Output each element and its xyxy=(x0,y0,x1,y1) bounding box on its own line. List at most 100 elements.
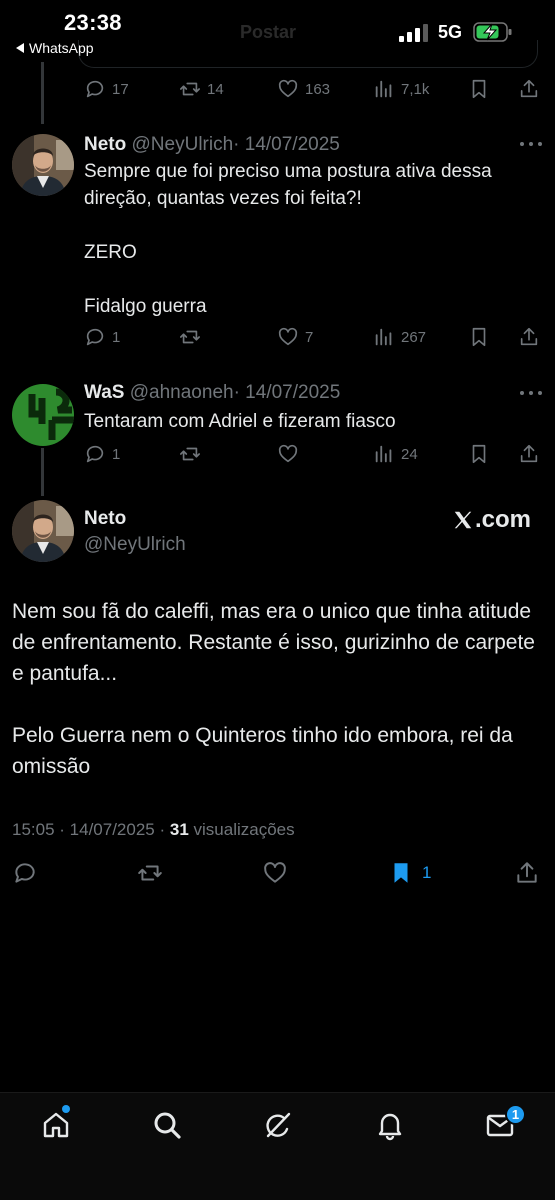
views-button[interactable]: 267 xyxy=(373,326,426,348)
status-time: 23:38 xyxy=(64,10,122,35)
reply-actions: 1 24 xyxy=(84,443,544,471)
x-com-label: .com xyxy=(475,506,532,533)
share-icon xyxy=(520,444,538,463)
heart-icon xyxy=(278,79,298,98)
heart-icon xyxy=(278,327,298,346)
tweet-date: · 14/07/2025 · xyxy=(59,820,166,839)
views-chart-icon xyxy=(375,445,392,463)
search-icon xyxy=(154,1112,181,1139)
repost-button[interactable]: 14 xyxy=(179,78,224,100)
bookmark-button[interactable]: 1 xyxy=(388,860,431,886)
views-count: 267 xyxy=(401,328,427,346)
reply-text: Tentaram com Adriel e fizeram fiasco xyxy=(84,411,396,432)
thread-line xyxy=(41,62,44,124)
display-name[interactable]: Neto xyxy=(84,134,126,155)
like-button[interactable] xyxy=(262,860,288,886)
views-count: 7,1k xyxy=(401,80,430,98)
views-button[interactable]: 24 xyxy=(373,443,418,465)
thread-line xyxy=(41,448,44,496)
share-button[interactable] xyxy=(514,860,540,886)
home-notification-dot xyxy=(62,1105,70,1113)
bookmark-icon xyxy=(472,79,486,99)
reply-actions: 1 7 267 xyxy=(84,326,544,354)
reply-icon xyxy=(86,328,104,346)
tweet-time: 15:05 xyxy=(12,820,55,839)
views-chart-icon xyxy=(375,80,392,98)
repost-button[interactable] xyxy=(179,326,201,348)
share-button[interactable] xyxy=(518,443,540,465)
views-count: 24 xyxy=(401,445,418,463)
reply-icon xyxy=(86,445,104,463)
handle[interactable]: @ahnaoneh xyxy=(130,382,234,403)
repost-icon xyxy=(180,330,200,344)
avatar[interactable] xyxy=(12,384,74,446)
reply-count: 1 xyxy=(112,328,121,346)
repost-icon xyxy=(180,447,200,461)
main-tweet-actions: 1 xyxy=(0,860,555,892)
tweet-text: Nem sou fã do caleffi, mas era o unico q… xyxy=(12,600,535,778)
messages-badge: 1 xyxy=(505,1104,526,1125)
bookmark-button[interactable] xyxy=(468,443,490,465)
battery-charging-icon xyxy=(473,22,512,42)
bookmark-icon xyxy=(472,444,486,464)
views-button[interactable]: 7,1k xyxy=(373,78,429,100)
x-com-watermark: .com xyxy=(452,506,531,534)
bottom-nav xyxy=(0,1092,555,1200)
embedded-card-edge xyxy=(78,40,538,68)
heart-icon xyxy=(278,444,298,463)
repost-count: 14 xyxy=(207,80,224,98)
bookmark-button[interactable] xyxy=(468,78,490,100)
reply-header: WaS @ahnaoneh· 14/07/2025 xyxy=(84,382,340,404)
back-triangle-icon xyxy=(16,43,24,53)
bell-icon xyxy=(378,1113,402,1141)
reply-button[interactable]: 17 xyxy=(84,78,129,100)
share-button[interactable] xyxy=(518,78,540,100)
tweet-date: · 14/07/2025 xyxy=(233,134,340,155)
share-icon xyxy=(520,327,538,346)
nav-notifications[interactable] xyxy=(374,1109,406,1141)
bookmark-button[interactable] xyxy=(468,326,490,348)
reply-header: Neto @NeyUlrich· 14/07/2025 xyxy=(84,134,340,156)
tweet-date: · 14/07/2025 xyxy=(233,382,341,403)
like-button[interactable] xyxy=(277,443,299,465)
reply-button[interactable]: 1 xyxy=(84,443,120,465)
nav-search[interactable] xyxy=(151,1109,183,1141)
reply-count: 1 xyxy=(112,445,121,463)
share-icon xyxy=(520,79,538,98)
avatar[interactable] xyxy=(12,134,74,196)
bookmark-icon xyxy=(472,327,486,347)
heart-icon xyxy=(264,862,286,883)
reply-icon xyxy=(15,863,35,883)
like-count: 7 xyxy=(305,328,314,346)
reply-text: Sempre que foi preciso uma postura ativa… xyxy=(84,161,492,317)
avatar[interactable] xyxy=(12,500,74,562)
grok-icon xyxy=(266,1112,291,1138)
more-options-icon[interactable] xyxy=(519,390,543,396)
like-button[interactable]: 163 xyxy=(277,78,330,100)
display-name[interactable]: WaS xyxy=(84,382,124,403)
views-chart-icon xyxy=(375,328,392,346)
views-label: visualizações xyxy=(193,820,295,839)
like-count: 163 xyxy=(305,80,331,98)
handle[interactable]: @NeyUlrich xyxy=(84,534,186,556)
reply-button[interactable] xyxy=(12,860,38,886)
repost-button[interactable] xyxy=(179,443,201,465)
reply-icon xyxy=(86,80,104,98)
previous-tweet-actions: 17 14 163 7,1k xyxy=(84,78,544,106)
nav-grok[interactable] xyxy=(262,1109,294,1141)
repost-icon xyxy=(138,865,162,881)
x-logo-icon xyxy=(454,511,472,529)
bookmark-count: 1 xyxy=(422,863,432,882)
share-icon xyxy=(517,862,537,883)
views-count[interactable]: 31 xyxy=(170,820,189,839)
repost-icon xyxy=(180,82,200,96)
reply-button[interactable]: 1 xyxy=(84,326,120,348)
like-button[interactable]: 7 xyxy=(277,326,313,348)
home-icon xyxy=(43,1112,69,1138)
more-options-icon[interactable] xyxy=(519,141,543,147)
handle[interactable]: @NeyUlrich xyxy=(132,134,234,155)
share-button[interactable] xyxy=(518,326,540,348)
repost-button[interactable] xyxy=(137,860,163,886)
nav-home[interactable] xyxy=(40,1105,72,1141)
display-name[interactable]: Neto xyxy=(84,508,126,530)
